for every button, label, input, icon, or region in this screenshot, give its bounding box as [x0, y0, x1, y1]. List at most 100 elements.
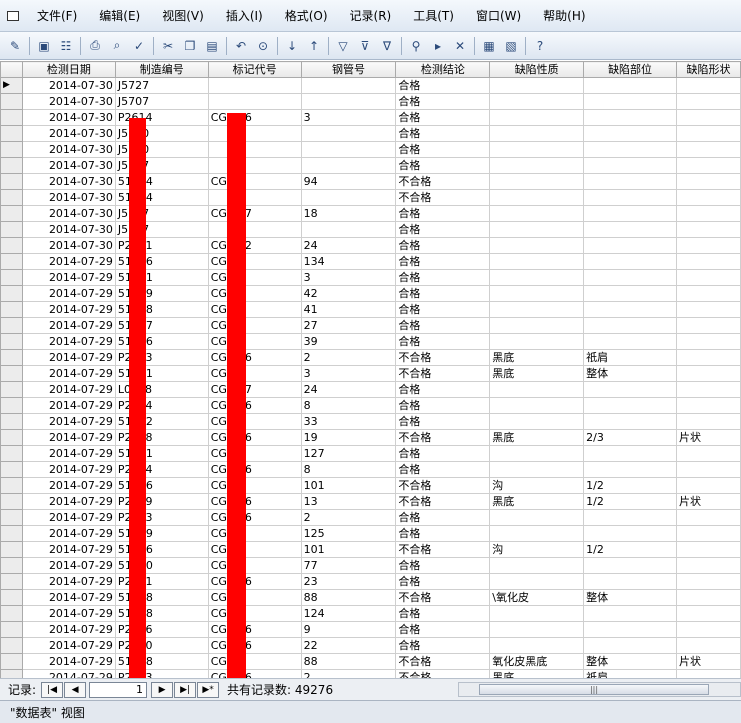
table-cell[interactable]: [583, 637, 677, 654]
table-cell[interactable]: [489, 157, 585, 174]
table-cell[interactable]: CG-007: [207, 381, 302, 398]
table-cell[interactable]: 合格: [395, 317, 491, 334]
table-row[interactable]: 2014-07-2951507CG527合格: [0, 317, 741, 334]
table-cell[interactable]: 88: [300, 653, 397, 670]
table-cell[interactable]: 124: [300, 605, 397, 622]
table-cell[interactable]: 2014-07-29: [21, 253, 116, 270]
table-cell[interactable]: [489, 637, 585, 654]
table-cell[interactable]: 祇肩: [583, 669, 677, 678]
table-cell[interactable]: CG5: [207, 413, 302, 430]
row-selector[interactable]: [0, 269, 23, 286]
table-cell[interactable]: 101: [300, 541, 397, 558]
table-cell[interactable]: [676, 461, 741, 478]
table-cell[interactable]: [583, 573, 677, 590]
first-record-button[interactable]: |◀: [41, 681, 64, 698]
table-cell[interactable]: [583, 557, 677, 574]
copy-icon[interactable]: ❐: [180, 36, 200, 56]
table-cell[interactable]: [300, 221, 397, 238]
table-cell[interactable]: CG0: [207, 173, 302, 190]
table-cell[interactable]: [676, 301, 741, 318]
table-cell[interactable]: 氧化皮黑底: [489, 653, 585, 670]
row-selector[interactable]: [0, 301, 23, 318]
table-cell[interactable]: 39: [300, 333, 397, 350]
next-record-button[interactable]: ▶: [151, 681, 174, 698]
table-cell[interactable]: [583, 445, 677, 462]
table-cell[interactable]: 2014-07-30: [21, 205, 116, 222]
column-header[interactable]: 缺陷性质: [489, 61, 585, 78]
table-cell[interactable]: [583, 333, 677, 350]
row-selector[interactable]: [0, 93, 23, 110]
table-cell[interactable]: [207, 141, 302, 158]
table-cell[interactable]: 2014-07-29: [21, 333, 116, 350]
table-cell[interactable]: [583, 77, 677, 94]
menu-item-6[interactable]: 工具(T): [402, 0, 465, 32]
table-cell[interactable]: CG1: [207, 269, 302, 286]
column-header[interactable]: 缺陷部位: [583, 61, 677, 78]
table-cell[interactable]: [489, 93, 585, 110]
table-cell[interactable]: 不合格: [395, 493, 491, 510]
table-cell[interactable]: [489, 189, 585, 206]
table-cell[interactable]: [583, 621, 677, 638]
print-icon[interactable]: ⎙: [85, 36, 105, 56]
table-row[interactable]: 2014-07-29P2608CG-02619不合格黑底2/3片状: [0, 429, 741, 446]
table-cell[interactable]: [676, 669, 741, 678]
row-selector[interactable]: [0, 541, 23, 558]
table-cell[interactable]: 2014-07-29: [21, 509, 116, 526]
table-row[interactable]: 2014-07-2951116CG1101不合格沟1/2: [0, 541, 741, 558]
table-cell[interactable]: 合格: [395, 509, 491, 526]
table-cell[interactable]: 23: [300, 573, 397, 590]
table-cell[interactable]: [489, 141, 585, 158]
scrollbar-thumb[interactable]: |||: [479, 684, 709, 695]
row-selector[interactable]: [0, 413, 23, 430]
row-selector[interactable]: [0, 669, 23, 678]
table-cell[interactable]: [676, 365, 741, 382]
table-cell[interactable]: 沟: [489, 541, 585, 558]
table-cell[interactable]: 2: [300, 349, 397, 366]
table-cell[interactable]: 2014-07-29: [21, 365, 116, 382]
print-preview-icon[interactable]: ⌕: [107, 36, 127, 56]
database-window-icon[interactable]: ▦: [479, 36, 499, 56]
table-cell[interactable]: 3: [300, 269, 397, 286]
row-selector[interactable]: [0, 509, 23, 526]
table-cell[interactable]: CG-026: [207, 349, 302, 366]
table-cell[interactable]: 24: [300, 381, 397, 398]
table-cell[interactable]: [583, 189, 677, 206]
new-record-icon[interactable]: ▸: [428, 36, 448, 56]
menu-item-4[interactable]: 格式(O): [274, 0, 339, 32]
table-cell[interactable]: [676, 541, 741, 558]
column-header[interactable]: 制造编号: [114, 61, 209, 78]
table-cell[interactable]: 合格: [395, 621, 491, 638]
table-cell[interactable]: 黑底: [489, 365, 585, 382]
table-cell[interactable]: [676, 125, 741, 142]
apply-filter-icon[interactable]: ∇: [377, 36, 397, 56]
table-cell[interactable]: [676, 557, 741, 574]
filter-by-form-icon[interactable]: ⊽: [355, 36, 375, 56]
table-cell[interactable]: [583, 253, 677, 270]
table-row[interactable]: 2014-07-2951008CG088不合格氧化皮黑底整体片状: [0, 653, 741, 670]
row-selector-header[interactable]: [0, 61, 23, 78]
table-cell[interactable]: [207, 189, 302, 206]
table-cell[interactable]: 不合格: [395, 669, 491, 678]
table-cell[interactable]: [489, 77, 585, 94]
table-cell[interactable]: 合格: [395, 605, 491, 622]
table-cell[interactable]: 不合格: [395, 477, 491, 494]
table-row[interactable]: ▶ 2014-07-30 J5727 合格: [0, 77, 741, 94]
table-cell[interactable]: [489, 381, 585, 398]
table-cell[interactable]: 2014-07-29: [21, 349, 116, 366]
table-cell[interactable]: 2014-07-29: [21, 461, 116, 478]
table-cell[interactable]: CG-026: [207, 461, 302, 478]
table-cell[interactable]: CG-026: [207, 429, 302, 446]
table-cell[interactable]: 2/3: [583, 429, 677, 446]
table-cell[interactable]: 合格: [395, 525, 491, 542]
table-cell[interactable]: 88: [300, 589, 397, 606]
table-cell[interactable]: [489, 413, 585, 430]
row-selector[interactable]: [0, 317, 23, 334]
spell-check-icon[interactable]: ✓: [129, 36, 149, 56]
new-record-nav-button[interactable]: ▶*: [197, 681, 220, 698]
table-cell[interactable]: 沟: [489, 477, 585, 494]
table-cell[interactable]: CG0: [207, 653, 302, 670]
table-row[interactable]: 2014-07-2951519CG542合格: [0, 285, 741, 302]
table-cell[interactable]: [489, 221, 585, 238]
table-cell[interactable]: CG5: [207, 317, 302, 334]
table-cell[interactable]: [676, 333, 741, 350]
